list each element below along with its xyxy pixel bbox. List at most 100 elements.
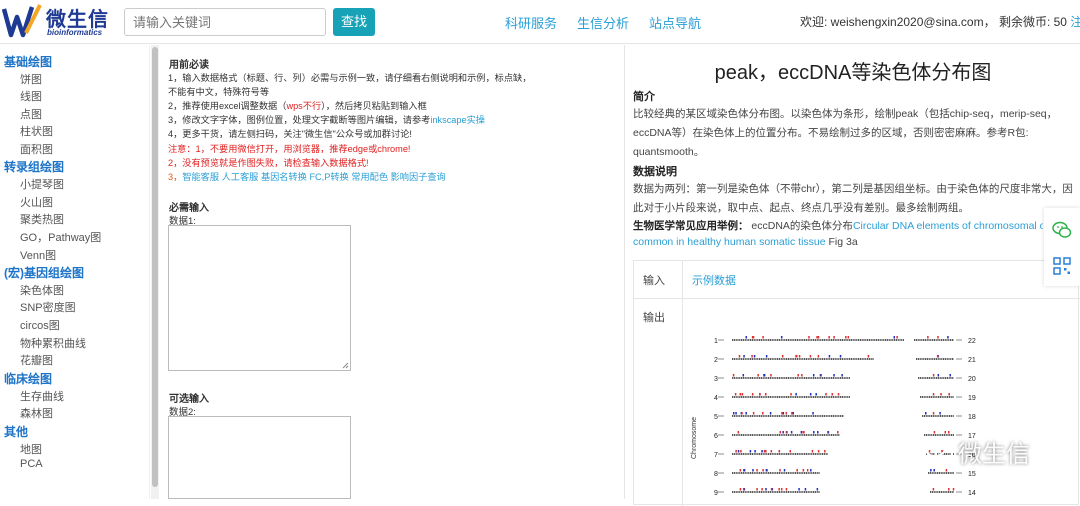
nav-bioinfo-analysis[interactable]: 生信分析 bbox=[577, 13, 629, 32]
peak-mark bbox=[937, 374, 940, 377]
peak-mark bbox=[761, 450, 763, 453]
sidebar-scrollbar-thumb[interactable] bbox=[152, 47, 158, 487]
peak-mark bbox=[765, 469, 768, 472]
page-title: peak，eccDNA等染色体分布图 bbox=[714, 62, 992, 84]
peak-mark bbox=[896, 336, 898, 339]
link-human-service[interactable]: 人工客服 bbox=[222, 172, 259, 182]
peak-mark bbox=[763, 450, 766, 453]
sidebar-category-clinical[interactable]: 临床绘图 bbox=[4, 370, 52, 387]
data1-textarea[interactable] bbox=[168, 225, 351, 371]
link-impact-factor[interactable]: 影响因子查询 bbox=[391, 172, 446, 182]
sidebar-item-area[interactable]: 面积图 bbox=[20, 141, 53, 157]
peak-mark bbox=[770, 450, 773, 453]
site-logo[interactable]: 微生信 bioinformatics bbox=[2, 1, 112, 41]
warning-3-prefix: 3， bbox=[168, 172, 183, 182]
user-welcome: 欢迎: weishengxin2020@sina.com， 剩余微币: 50 bbox=[800, 15, 1067, 29]
example-paper-link[interactable]: Circular DNA elements of chromosomal ori… bbox=[853, 220, 1043, 232]
sidebar-category-genome[interactable]: (宏)基因组绘图 bbox=[4, 264, 84, 281]
peak-mark bbox=[801, 374, 803, 377]
sidebar-item-dot[interactable]: 点图 bbox=[20, 106, 42, 122]
peak-mark bbox=[742, 374, 745, 377]
io-output-label: 输出 bbox=[643, 312, 665, 324]
example-data-link[interactable]: 示例数据 bbox=[692, 272, 736, 288]
peak-mark bbox=[785, 412, 788, 415]
peak-mark bbox=[817, 355, 820, 358]
warning-1: 注意：1，不要用微信打开，用浏览器，推荐edge或chrome! bbox=[168, 144, 411, 154]
sidebar-item-volcano[interactable]: 火山图 bbox=[20, 194, 53, 210]
link-gene-convert[interactable]: 基因名转换 bbox=[261, 172, 307, 182]
peak-mark bbox=[745, 336, 748, 339]
wechat-icon[interactable] bbox=[1052, 220, 1072, 240]
data2-textarea[interactable] bbox=[168, 416, 351, 499]
peak-mark bbox=[947, 336, 949, 339]
peak-mark bbox=[817, 431, 819, 434]
peak-mark bbox=[740, 450, 742, 453]
intro-line-2: eccDNA等）在染色体上的位置分布。不易绘制过多的区域，否则密密麻麻。参考R包… bbox=[633, 127, 1029, 139]
sidebar-item-violin[interactable]: 小提琴图 bbox=[20, 176, 64, 192]
sidebar-category-transcriptome[interactable]: 转录组绘图 bbox=[4, 158, 64, 175]
sidebar-item-petal[interactable]: 花瓣图 bbox=[20, 352, 53, 368]
instruction-1: 1，输入数据格式（标题、行、列）必需与示例一致，请仔细看右侧说明和示例，标点缺， bbox=[168, 73, 532, 83]
peak-mark bbox=[762, 412, 764, 415]
link-smart-service[interactable]: 智能客服 bbox=[182, 172, 219, 182]
data-desc-line-1: 数据为两列：第一列是染色体（不带chr），第二列是基因组坐标。由于染色体的尺度非… bbox=[633, 183, 1073, 195]
qrcode-icon[interactable] bbox=[1052, 256, 1072, 276]
intro-heading: 简介 bbox=[633, 91, 655, 103]
sidebar-item-forest[interactable]: 森林图 bbox=[20, 405, 53, 421]
peak-mark bbox=[752, 469, 754, 472]
peak-mark bbox=[812, 412, 814, 415]
peak-mark bbox=[735, 450, 737, 453]
sidebar-item-map[interactable]: 地图 bbox=[20, 441, 42, 457]
link-fcp-convert[interactable]: FC,P转换 bbox=[309, 172, 348, 182]
sidebar-category-basic[interactable]: 基础绘图 bbox=[4, 53, 52, 70]
search-input[interactable] bbox=[124, 8, 326, 36]
peak-mark bbox=[952, 488, 955, 491]
logout-link[interactable]: 注销 bbox=[1070, 15, 1080, 29]
inkscape-link[interactable]: inkscape实操 bbox=[430, 115, 485, 125]
resize-handle-icon[interactable] bbox=[342, 362, 349, 369]
peak-mark bbox=[761, 488, 763, 491]
nav-research-service[interactable]: 科研服务 bbox=[505, 13, 557, 32]
link-colors[interactable]: 常用配色 bbox=[351, 172, 388, 182]
peak-mark bbox=[833, 374, 835, 377]
wechat-watermark: 微生信 bbox=[922, 432, 1072, 472]
tick-label-right-22: 22 bbox=[968, 338, 976, 345]
peak-mark bbox=[743, 355, 745, 358]
peak-mark bbox=[824, 450, 826, 453]
peak-mark bbox=[817, 336, 820, 339]
peak-mark bbox=[790, 393, 792, 396]
peak-mark bbox=[816, 336, 818, 339]
sidebar-item-survival[interactable]: 生存曲线 bbox=[20, 388, 64, 404]
peak-mark bbox=[734, 393, 737, 396]
sidebar-item-line[interactable]: 线图 bbox=[20, 88, 42, 104]
peak-mark bbox=[792, 412, 794, 415]
chromosome-distribution-chart: Chromosome1 222 213 204 195 186 177 168 159 14 bbox=[691, 336, 976, 497]
peak-mark bbox=[845, 336, 847, 339]
peak-mark bbox=[804, 488, 807, 491]
sidebar-item-go-pathway[interactable]: GO，Pathway图 bbox=[20, 229, 101, 245]
tick-label-right-20: 20 bbox=[968, 376, 976, 383]
sidebar-category-other[interactable]: 其他 bbox=[4, 423, 28, 440]
example-paper-link-cont[interactable]: common in healthy human somatic tissue bbox=[633, 236, 826, 248]
peak-mark bbox=[757, 374, 759, 377]
peak-mark bbox=[751, 393, 754, 396]
peak-mark bbox=[800, 431, 803, 434]
tick-label-left-3: 3 bbox=[714, 376, 718, 383]
peak-mark bbox=[754, 450, 756, 453]
peak-mark bbox=[948, 393, 950, 396]
sidebar-item-bar[interactable]: 柱状图 bbox=[20, 123, 53, 139]
data-desc-heading: 数据说明 bbox=[633, 166, 677, 178]
sidebar-item-chromosome[interactable]: 染色体图 bbox=[20, 282, 64, 298]
floating-toolbar bbox=[1044, 208, 1080, 286]
search-button[interactable]: 查找 bbox=[333, 8, 375, 36]
sidebar-item-species-curve[interactable]: 物种累积曲线 bbox=[20, 335, 86, 351]
sidebar-item-circos[interactable]: circos图 bbox=[20, 317, 60, 333]
sidebar-item-pca[interactable]: PCA bbox=[20, 458, 43, 470]
sidebar-item-pie[interactable]: 饼图 bbox=[20, 71, 42, 87]
sidebar-item-snp-density[interactable]: SNP密度图 bbox=[20, 299, 76, 315]
y-axis-label: Chromosome bbox=[691, 417, 698, 459]
nav-site-guide[interactable]: 站点导航 bbox=[649, 13, 701, 32]
peak-mark bbox=[797, 374, 799, 377]
sidebar-item-venn[interactable]: Venn图 bbox=[20, 247, 56, 263]
sidebar-item-heatmap[interactable]: 聚类热图 bbox=[20, 211, 64, 227]
